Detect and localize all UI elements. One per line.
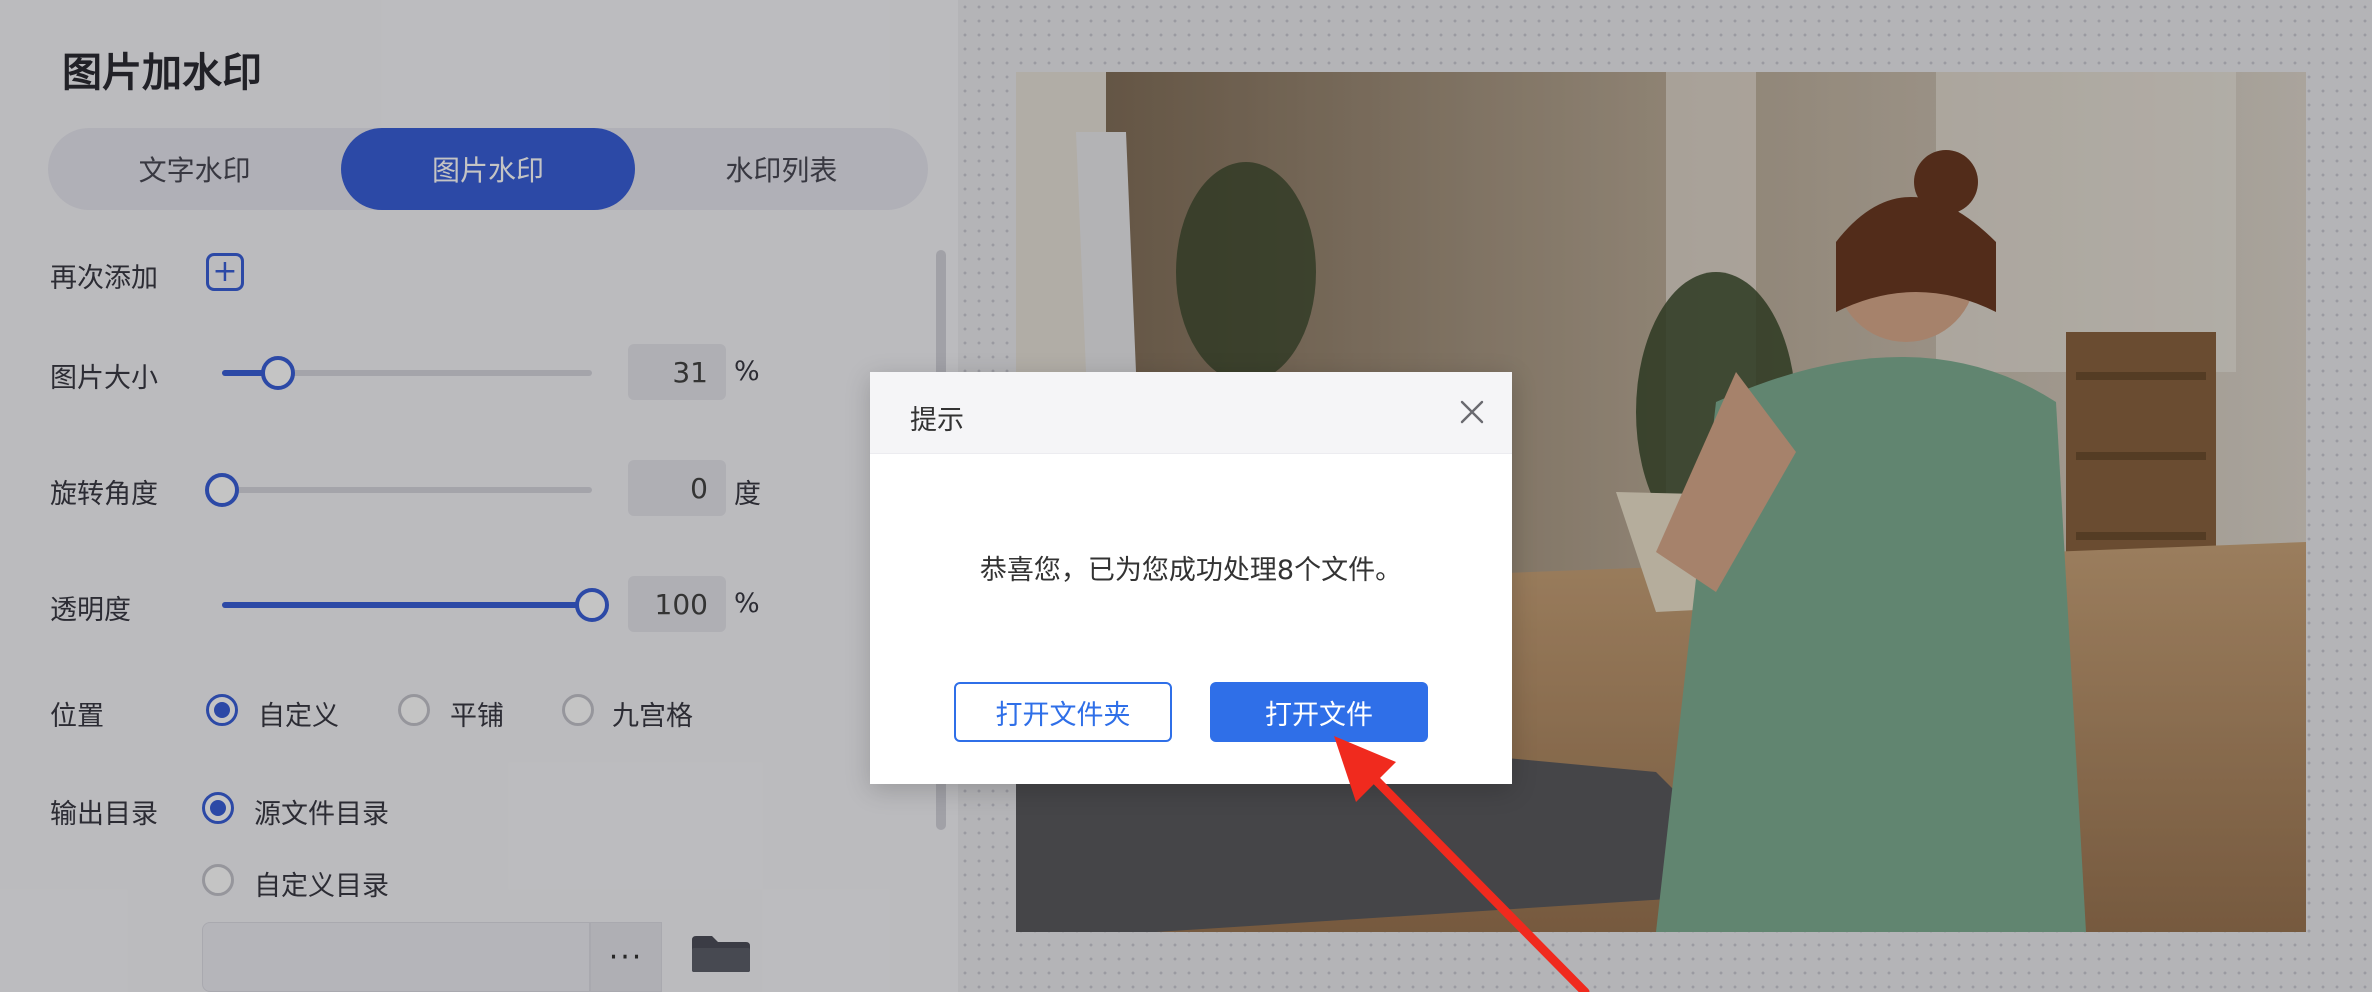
red-arrow-annotation [1334, 736, 1590, 992]
dialog-message: 恭喜您，已为您成功处理8个文件。 [979, 555, 1403, 586]
app-window: 图片加水印 文字水印 图片水印 水印列表 再次添加 + 图片大小 31 % 旋转… [0, 0, 2372, 992]
dialog-title: 提示 [910, 405, 964, 436]
close-icon[interactable] [1456, 396, 1488, 428]
open-folder-button[interactable]: 打开文件夹 [954, 682, 1172, 742]
dialog-header: 提示 [870, 372, 1512, 454]
